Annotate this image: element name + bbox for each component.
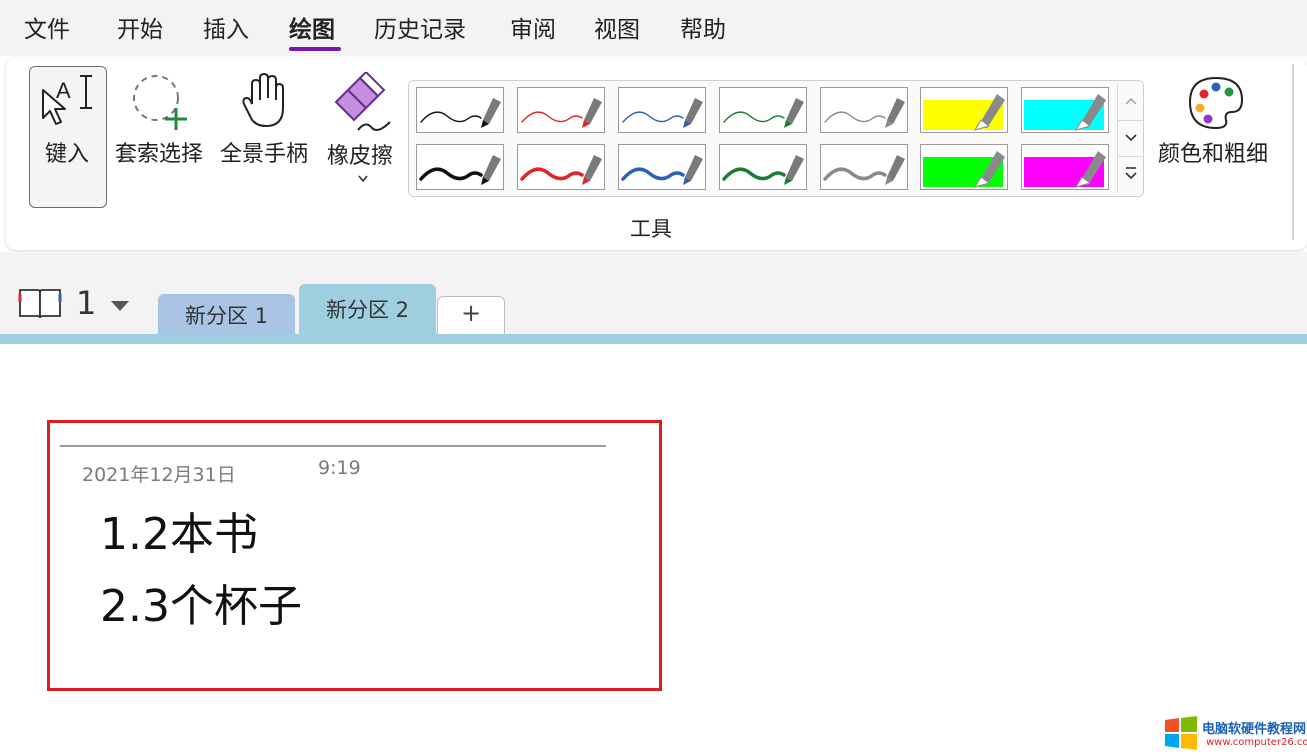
- type-icon-letter: A: [56, 78, 71, 103]
- pen-icon: [521, 98, 602, 128]
- add-section-button[interactable]: +: [437, 296, 505, 334]
- menu-insert[interactable]: 插入: [203, 10, 249, 44]
- lasso-icon: [133, 75, 187, 130]
- gallery-scroll-up[interactable]: [1117, 84, 1144, 120]
- highlighter-7[interactable]: [1021, 87, 1109, 133]
- tools-group-label: 工具: [630, 217, 672, 241]
- pen-icon: [824, 98, 905, 128]
- pen-10[interactable]: [618, 144, 706, 190]
- section-tab-2-label: 新分区 2: [325, 298, 410, 322]
- highlighter-icon: [923, 94, 1005, 131]
- section-tab-1[interactable]: 新分区 1: [158, 294, 295, 334]
- pen-2[interactable]: [517, 87, 605, 133]
- menu-home[interactable]: 开始: [117, 10, 163, 44]
- pen-icon: [419, 155, 501, 185]
- highlighter-14[interactable]: [1021, 144, 1109, 190]
- menu-review[interactable]: 审阅: [510, 10, 556, 44]
- pen-icon: [621, 155, 703, 185]
- hand-icon: [242, 73, 284, 127]
- type-cursor-icon: A: [42, 75, 92, 125]
- pen-icon: [722, 155, 804, 185]
- pen-12[interactable]: [820, 144, 908, 190]
- caret-down-icon[interactable]: [109, 299, 131, 313]
- menu-bar: [0, 0, 1307, 56]
- highlighter-icon: [923, 151, 1005, 188]
- highlighter-icon: [1024, 151, 1106, 188]
- menu-view[interactable]: 视图: [594, 10, 640, 44]
- palette-icon: [1188, 76, 1244, 130]
- notebook-number[interactable]: 1: [76, 284, 96, 322]
- pen-icon: [420, 98, 501, 128]
- gallery-scroll-down[interactable]: [1117, 120, 1144, 157]
- menu-history[interactable]: 历史记录: [374, 10, 466, 44]
- section-tab-1-label: 新分区 1: [184, 304, 269, 328]
- pen-icon: [622, 98, 703, 128]
- highlighter-13[interactable]: [920, 144, 1008, 190]
- watermark-name: 电脑软硬件教程网: [1202, 722, 1307, 737]
- pen-11[interactable]: [719, 144, 807, 190]
- pen-3[interactable]: [618, 87, 706, 133]
- section-color-band: [0, 334, 1307, 344]
- pen-icon: [723, 98, 804, 128]
- chevron-down-icon: [1125, 134, 1137, 142]
- menu-help[interactable]: 帮助: [680, 10, 726, 44]
- pen-8[interactable]: [416, 144, 504, 190]
- highlighter-6[interactable]: [920, 87, 1008, 133]
- pen-5[interactable]: [820, 87, 908, 133]
- pen-icon: [520, 155, 602, 185]
- gallery-expand-icon: [1125, 167, 1137, 180]
- chevron-down-icon[interactable]: [357, 174, 369, 184]
- notebook-icon[interactable]: [17, 286, 63, 322]
- eraser-label: 橡皮擦: [327, 144, 394, 169]
- active-tab-indicator: [289, 47, 341, 51]
- eraser-icon: [334, 72, 391, 131]
- plus-icon: +: [460, 299, 482, 327]
- menu-draw[interactable]: 绘图: [289, 10, 335, 44]
- type-label: 键入: [45, 142, 90, 167]
- windows-logo-icon: [1165, 716, 1197, 750]
- section-tab-2[interactable]: 新分区 2: [299, 284, 436, 336]
- pen-1[interactable]: [416, 87, 504, 133]
- pen-4[interactable]: [719, 87, 807, 133]
- ribbon-divider: [1292, 64, 1294, 240]
- gallery-more-button[interactable]: [1117, 156, 1144, 193]
- highlighter-icon: [1024, 94, 1106, 131]
- watermark-url: www.computer26.com: [1206, 737, 1307, 748]
- chevron-up-icon: [1125, 97, 1137, 105]
- pen-9[interactable]: [517, 144, 605, 190]
- pan-label: 全景手柄: [220, 142, 309, 167]
- annotation-highlight-box: [47, 420, 662, 691]
- pen-icon: [823, 155, 905, 185]
- color-thickness-label: 颜色和粗细: [1158, 142, 1269, 167]
- lasso-label: 套索选择: [115, 142, 204, 167]
- menu-file[interactable]: 文件: [24, 10, 70, 44]
